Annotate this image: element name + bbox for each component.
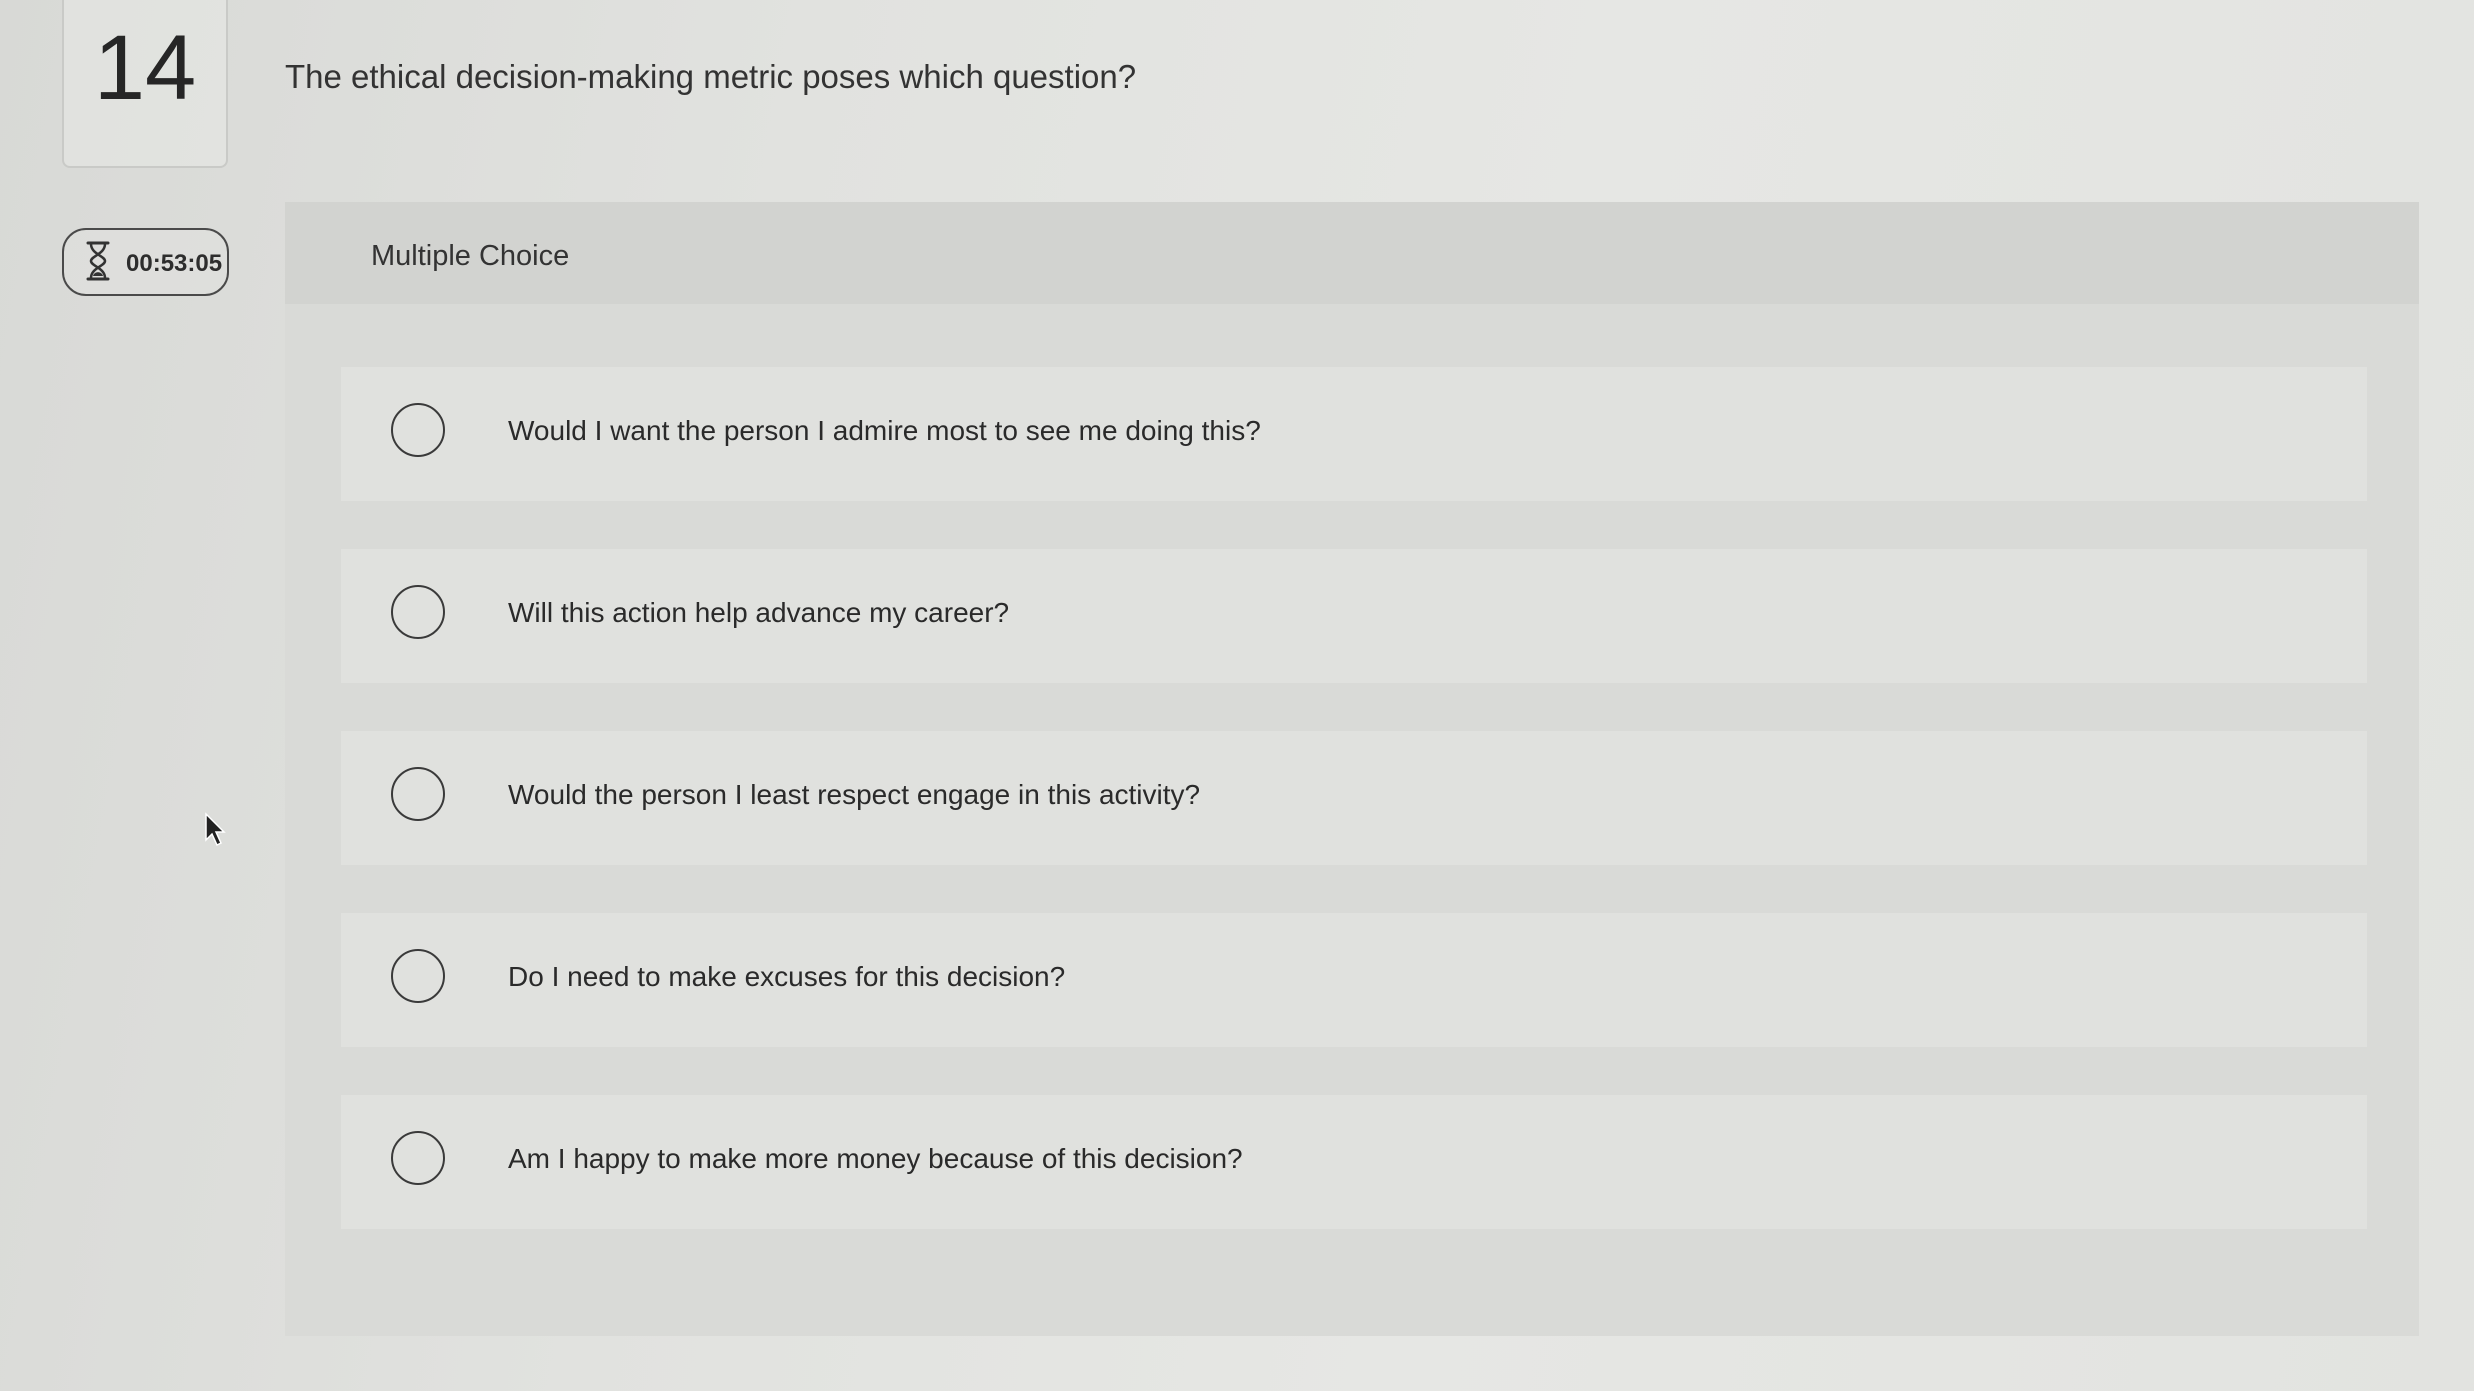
answer-label: Am I happy to make more money because of…: [508, 1143, 1243, 1174]
answer-option-3[interactable]: Would the person I least respect engage …: [341, 731, 2367, 865]
answer-option-1[interactable]: Would I want the person I admire most to…: [341, 367, 2367, 501]
radio-button[interactable]: [391, 949, 445, 1003]
radio-button[interactable]: [391, 585, 445, 639]
answer-label: Will this action help advance my career?: [508, 597, 1010, 628]
radio-button[interactable]: [391, 403, 445, 457]
radio-button[interactable]: [391, 767, 445, 821]
question-type-header: Multiple Choice: [285, 202, 2419, 304]
answer-option-4[interactable]: Do I need to make excuses for this decis…: [341, 913, 2367, 1047]
question-type-label: Multiple Choice: [371, 240, 570, 272]
answer-option-2[interactable]: Will this action help advance my career?: [341, 549, 2367, 683]
answer-options: Would I want the person I admire most to…: [341, 367, 2367, 1277]
mouse-cursor-icon: [205, 812, 226, 847]
answer-option-5[interactable]: Am I happy to make more money because of…: [341, 1095, 2367, 1229]
answer-label: Do I need to make excuses for this decis…: [508, 961, 1066, 992]
question-number-box: 14: [62, 0, 228, 168]
question-number: 14: [93, 17, 197, 119]
hourglass-icon: [86, 241, 110, 281]
answer-label: Would I want the person I admire most to…: [508, 415, 1261, 446]
timer-badge: 00:53:05: [62, 228, 229, 296]
question-text: The ethical decision-making metric poses…: [285, 58, 1137, 95]
question-panel: Multiple Choice Would I want the person …: [285, 202, 2419, 1336]
radio-button[interactable]: [391, 1131, 445, 1185]
answer-label: Would the person I least respect engage …: [508, 779, 1201, 810]
timer-value: 00:53:05: [126, 250, 223, 277]
